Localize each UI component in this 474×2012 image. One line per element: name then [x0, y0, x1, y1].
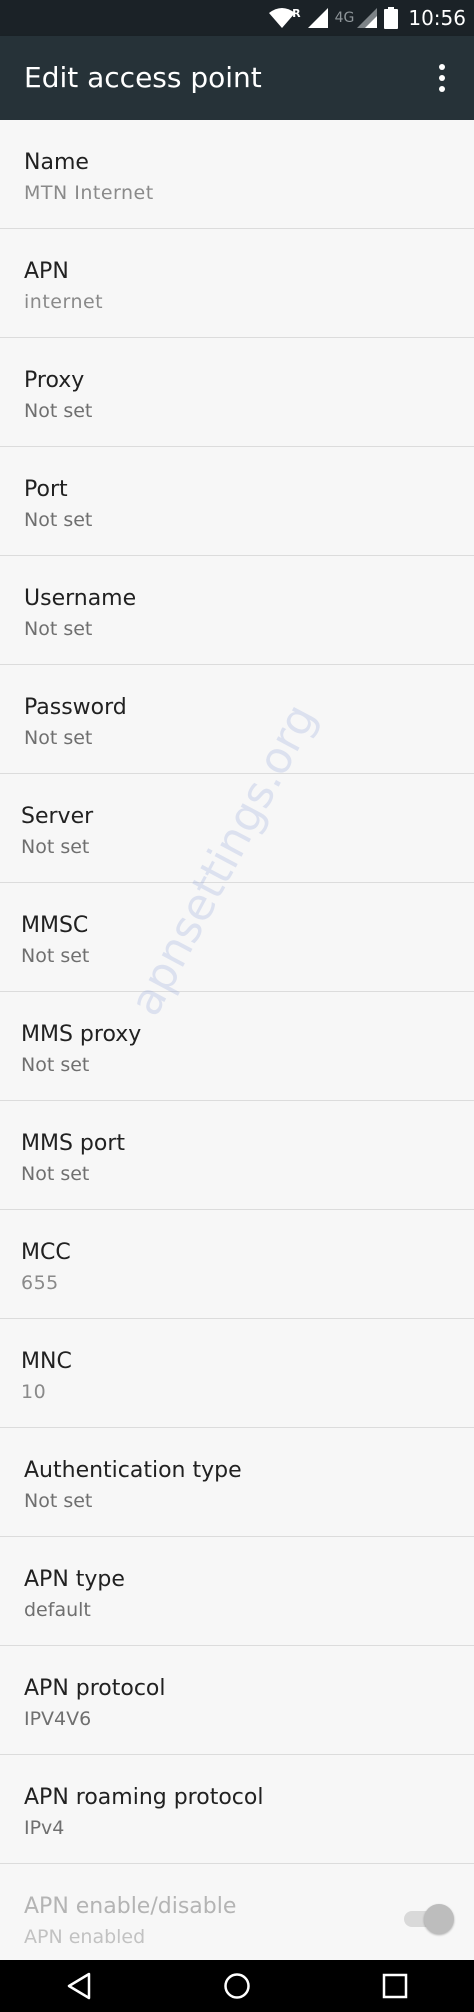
- setting-title: APN protocol: [24, 1676, 166, 1701]
- setting-apn[interactable]: APN internet: [0, 229, 474, 338]
- app-bar: Edit access point: [0, 36, 474, 120]
- setting-title: Port: [24, 477, 68, 502]
- setting-title: Server: [21, 804, 94, 829]
- setting-title: MCC: [21, 1240, 71, 1265]
- setting-mcc[interactable]: MCC 655: [0, 1210, 474, 1319]
- setting-title: APN roaming protocol: [24, 1785, 264, 1810]
- setting-summary: Not set: [21, 1163, 90, 1185]
- setting-title: MMS proxy: [21, 1022, 142, 1047]
- setting-apn-enable: APN enable/disable APN enabled: [0, 1864, 474, 1973]
- clock: 10:56: [408, 6, 466, 30]
- setting-summary: Not set: [24, 400, 93, 422]
- setting-apn-roaming-protocol[interactable]: APN roaming protocol IPv4: [0, 1755, 474, 1864]
- setting-title: MMS port: [21, 1131, 126, 1156]
- toggle-thumb: [424, 1904, 454, 1934]
- setting-mms-proxy[interactable]: MMS proxy Not set: [0, 992, 474, 1101]
- setting-mmsc[interactable]: MMSC Not set: [0, 883, 474, 992]
- setting-port[interactable]: Port Not set: [0, 447, 474, 556]
- setting-username[interactable]: Username Not set: [0, 556, 474, 665]
- nav-bar: [0, 1960, 474, 2012]
- setting-summary: Not set: [24, 618, 93, 640]
- setting-summary: internet: [24, 291, 104, 313]
- setting-apn-type[interactable]: APN type default: [0, 1537, 474, 1646]
- setting-summary: Not set: [21, 836, 90, 858]
- setting-title: MMSC: [21, 913, 89, 938]
- settings-list: Name MTN Internet APN internet Proxy Not…: [0, 120, 474, 1973]
- recents-icon[interactable]: [365, 1964, 425, 2008]
- setting-summary: Not set: [21, 1054, 90, 1076]
- setting-authentication-type[interactable]: Authentication type Not set: [0, 1428, 474, 1537]
- setting-summary: Not set: [21, 945, 90, 967]
- setting-title: APN: [24, 259, 69, 284]
- setting-title: Username: [24, 586, 137, 611]
- home-icon[interactable]: [207, 1964, 267, 2008]
- menu-dot: [439, 64, 445, 70]
- network-type-label: 4G: [334, 10, 355, 26]
- setting-summary: IPv4: [24, 1817, 65, 1839]
- setting-title: Password: [24, 695, 127, 720]
- setting-title: Name: [24, 150, 89, 175]
- setting-apn-protocol[interactable]: APN protocol IPV4V6: [0, 1646, 474, 1755]
- setting-summary: Not set: [24, 509, 93, 531]
- signal-icon: [307, 7, 329, 29]
- setting-summary: default: [24, 1599, 91, 1621]
- back-icon[interactable]: [49, 1964, 109, 2008]
- more-vert-icon[interactable]: [418, 54, 466, 102]
- setting-server[interactable]: Server Not set: [0, 774, 474, 883]
- battery-icon: [384, 7, 399, 29]
- apn-enable-toggle: [402, 1904, 454, 1934]
- setting-title: APN enable/disable: [24, 1894, 237, 1919]
- signal-icon-secondary: [356, 7, 378, 29]
- setting-name[interactable]: Name MTN Internet: [0, 120, 474, 229]
- setting-password[interactable]: Password Not set: [0, 665, 474, 774]
- setting-summary: MTN Internet: [24, 182, 154, 204]
- setting-summary: APN enabled: [24, 1926, 146, 1948]
- status-icons: R 4G 10:56: [268, 0, 466, 36]
- setting-summary: 10: [21, 1381, 47, 1403]
- setting-summary: 655: [21, 1272, 59, 1294]
- setting-title: MNC: [21, 1349, 72, 1374]
- setting-title: APN type: [24, 1567, 125, 1592]
- page-title: Edit access point: [24, 61, 262, 94]
- setting-title: Authentication type: [24, 1458, 242, 1483]
- menu-dot: [439, 86, 445, 92]
- setting-summary: Not set: [24, 727, 93, 749]
- setting-proxy[interactable]: Proxy Not set: [0, 338, 474, 447]
- setting-mnc[interactable]: MNC 10: [0, 1319, 474, 1428]
- status-bar: R 4G 10:56: [0, 0, 474, 36]
- setting-summary: Not set: [24, 1490, 93, 1512]
- menu-dot: [439, 75, 445, 81]
- setting-title: Proxy: [24, 368, 85, 393]
- roaming-badge: R: [292, 6, 301, 20]
- setting-summary: IPV4V6: [24, 1708, 92, 1730]
- setting-mms-port[interactable]: MMS port Not set: [0, 1101, 474, 1210]
